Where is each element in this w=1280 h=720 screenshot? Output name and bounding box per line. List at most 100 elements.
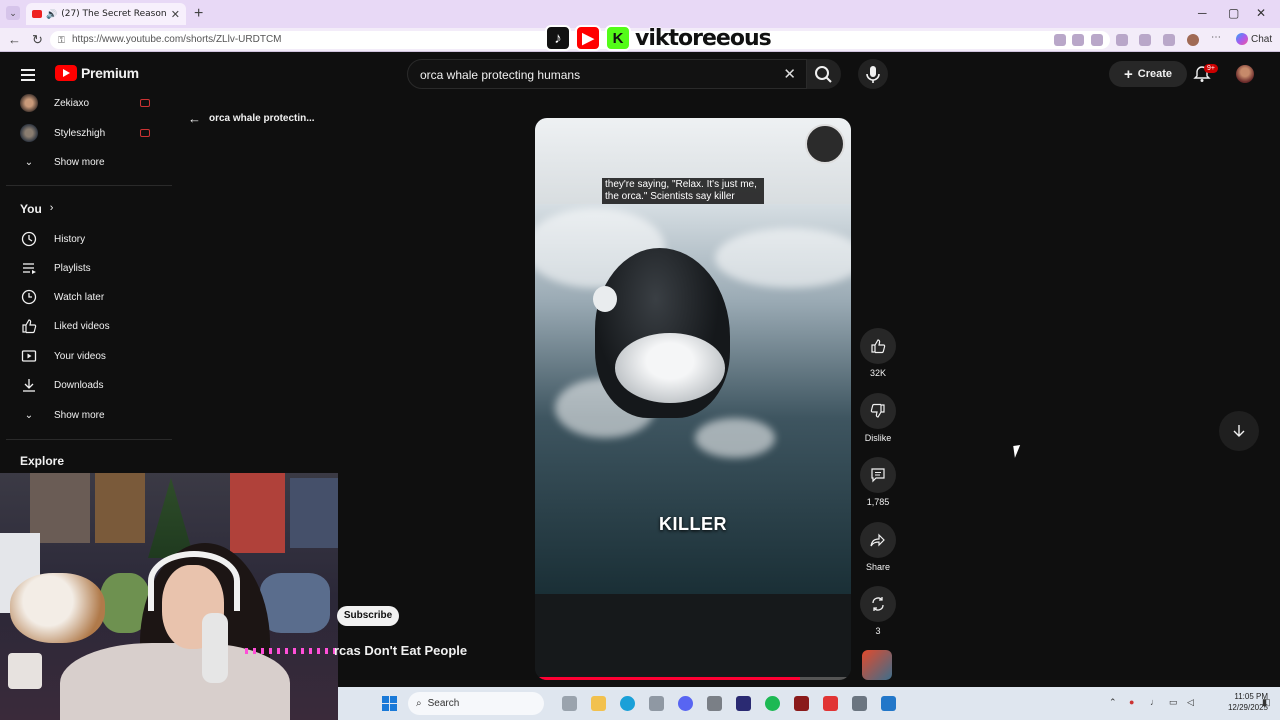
youtube-play-icon: [55, 65, 77, 81]
sidebar-item-label: Liked videos: [54, 320, 110, 332]
site-info-icon[interactable]: ⚿: [58, 31, 65, 49]
app-available-icon[interactable]: [1054, 34, 1066, 46]
account-avatar[interactable]: [1236, 65, 1254, 83]
clear-search-icon[interactable]: ✕: [783, 65, 796, 83]
extension-icon[interactable]: [1116, 34, 1128, 46]
taskbar-search[interactable]: ⌕ Search: [408, 692, 544, 715]
youtube-premium-logo[interactable]: Premium: [55, 65, 139, 81]
video-progress-bar[interactable]: [535, 677, 851, 680]
app-icon[interactable]: [823, 696, 838, 711]
plus-icon: +: [1123, 65, 1133, 83]
back-to-search[interactable]: ← orca whale protectin...: [188, 111, 315, 126]
share-button[interactable]: [860, 522, 896, 558]
subscribe-button[interactable]: Subscribe: [337, 606, 399, 626]
search-button[interactable]: [807, 59, 841, 89]
file-explorer-icon[interactable]: [591, 696, 606, 711]
back-icon[interactable]: ←: [8, 32, 21, 47]
sidebar-item-label: Watch later: [54, 291, 105, 303]
comments-button[interactable]: [860, 457, 896, 493]
copilot-icon: [1236, 33, 1248, 45]
premiere-icon[interactable]: [736, 696, 751, 711]
sidebar-item-downloads[interactable]: Downloads: [20, 375, 103, 395]
sidebar-item-your-videos[interactable]: Your videos: [20, 346, 106, 366]
chevron-up-icon[interactable]: ⌃: [1109, 697, 1117, 708]
short-title[interactable]: rcas Don't Eat People: [334, 643, 467, 658]
subscription-item[interactable]: Zekiaxo: [20, 93, 150, 113]
refresh-icon[interactable]: ↻: [32, 32, 43, 48]
like-button[interactable]: [860, 328, 896, 364]
remix-action[interactable]: 3: [858, 586, 898, 636]
dislike-button[interactable]: [860, 393, 896, 429]
network-icon[interactable]: ▭: [1169, 697, 1178, 708]
shorts-video-player[interactable]: they're saying, "Relax. It's just me, th…: [535, 118, 851, 680]
favorite-star-icon[interactable]: [1091, 34, 1103, 46]
share-action[interactable]: Share: [858, 522, 898, 572]
show-more-you[interactable]: ⌄ Show more: [20, 405, 105, 425]
copilot-chat-button[interactable]: Chat: [1236, 33, 1272, 45]
dislike-action[interactable]: Dislike: [858, 393, 898, 443]
chat-label: Chat: [1251, 33, 1273, 45]
sidebar-item-watch-later[interactable]: Watch later: [20, 287, 104, 307]
profile-avatar-icon[interactable]: [1187, 34, 1199, 46]
brand-name: viktoreeous: [635, 25, 773, 51]
streamer-sweater: [60, 643, 290, 720]
video-overlay-word: KILLER: [659, 514, 727, 534]
taskbar-clock[interactable]: 11:05 PM 12/29/2025: [1208, 691, 1268, 713]
next-short-button[interactable]: [1219, 411, 1259, 451]
task-view-icon[interactable]: [562, 696, 577, 711]
new-tab-icon[interactable]: +: [194, 5, 203, 23]
youtube-logo-icon: ▶: [575, 25, 601, 51]
history-browser-icon[interactable]: [1163, 34, 1175, 46]
photos-icon[interactable]: [881, 696, 896, 711]
windows-taskbar: ⌕ Search ⌃ ● ♩ ▭ ◁ 11:05 PM 12/29/2025 ◧: [338, 687, 1280, 720]
orca-belly: [615, 333, 725, 403]
capcut-icon[interactable]: [707, 696, 722, 711]
history-icon: [21, 231, 37, 247]
create-button[interactable]: + Create: [1109, 61, 1187, 87]
show-more-subscriptions[interactable]: ⌄ Show more: [20, 152, 105, 172]
spotify-icon[interactable]: [765, 696, 780, 711]
video-caption: they're saying, "Relax. It's just me, th…: [602, 178, 764, 204]
store-icon[interactable]: [649, 696, 664, 711]
maximize-icon[interactable]: ▢: [1228, 6, 1239, 20]
guide-menu-icon[interactable]: [21, 69, 35, 84]
windows-start-icon[interactable]: [382, 696, 397, 711]
search-icon: ⌕: [416, 698, 422, 709]
zoom-icon[interactable]: [1072, 34, 1084, 46]
volume-icon[interactable]: ◁: [1187, 697, 1194, 708]
tray-app-icon[interactable]: ●: [1129, 697, 1134, 707]
minimize-icon[interactable]: ─: [1198, 6, 1207, 20]
sidebar-item-label: Playlists: [54, 262, 91, 274]
channel-avatar: [20, 94, 38, 112]
voice-search-button[interactable]: [858, 59, 888, 89]
browser-tab[interactable]: 🔊 (27) The Secret Reason Orcas Don't Eat…: [26, 3, 186, 25]
live-indicator-icon: [140, 99, 150, 107]
clock-date: 12/29/2025: [1227, 703, 1268, 712]
remix-button[interactable]: [860, 586, 896, 622]
app-icon[interactable]: [794, 696, 809, 711]
more-menu-icon[interactable]: ⋯: [1211, 33, 1223, 46]
share-label: Share: [865, 562, 891, 572]
like-action[interactable]: 32K: [858, 328, 898, 378]
search-input[interactable]: orca whale protecting humans ✕: [407, 59, 807, 89]
settings-icon[interactable]: [852, 696, 867, 711]
tab-actions-menu-icon[interactable]: ⌄: [6, 6, 20, 20]
sidebar-item-history[interactable]: History: [20, 229, 85, 249]
microphone-tray-icon[interactable]: ♩: [1150, 697, 1159, 707]
close-window-icon[interactable]: ✕: [1256, 6, 1266, 20]
you-section-heading[interactable]: You ›: [20, 202, 53, 216]
discord-icon[interactable]: [678, 696, 693, 711]
notification-center-icon[interactable]: ◧: [1262, 697, 1271, 708]
close-tab-icon[interactable]: ✕: [171, 8, 180, 21]
edge-browser-icon[interactable]: [620, 696, 635, 711]
audio-source-thumbnail[interactable]: [862, 650, 892, 680]
sidebar-item-liked-videos[interactable]: Liked videos: [20, 316, 110, 336]
comments-action[interactable]: 1,785: [858, 457, 898, 507]
back-label: orca whale protectin...: [209, 113, 315, 124]
plush-toys: [260, 573, 330, 633]
subscription-item[interactable]: Styleszhigh: [20, 123, 150, 143]
audio-playing-icon[interactable]: 🔊: [46, 9, 57, 20]
channel-avatar: [20, 124, 38, 142]
sidebar-item-playlists[interactable]: Playlists: [20, 258, 91, 278]
favorites-icon[interactable]: [1139, 34, 1151, 46]
